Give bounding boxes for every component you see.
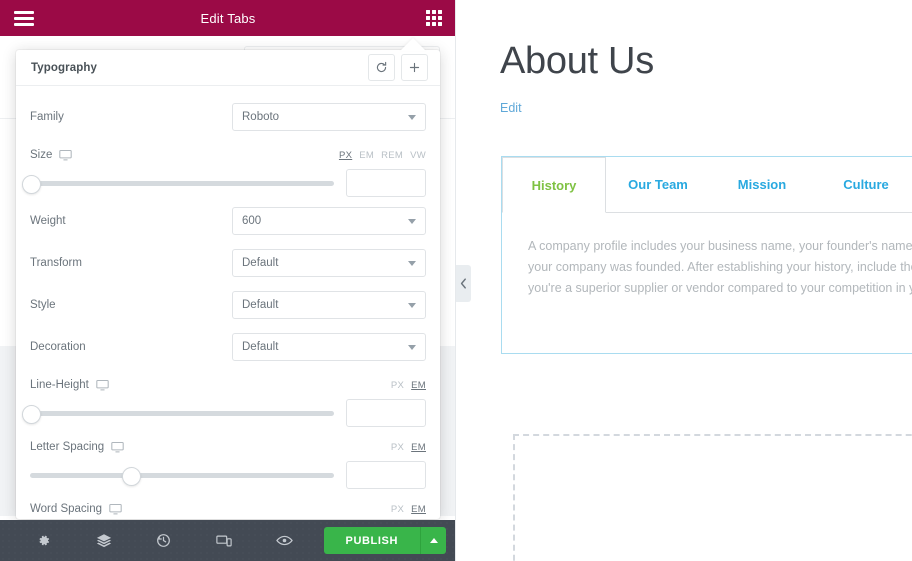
history-icon[interactable] [156, 533, 171, 548]
grid-apps-icon[interactable] [426, 10, 442, 26]
publish-options-caret-icon[interactable] [420, 527, 446, 554]
family-select[interactable]: Roboto [232, 103, 426, 131]
size-slider-track[interactable] [21, 174, 334, 194]
tab-content-line: you're a superior supplier or vendor com… [528, 281, 912, 295]
layers-navigator-icon[interactable] [96, 533, 112, 548]
desktop-icon[interactable] [111, 441, 124, 453]
publish-group: PUBLISH [323, 527, 446, 554]
control-letter-spacing: Letter Spacing PX EM [30, 430, 426, 492]
control-family: Family Roboto [30, 96, 426, 138]
decoration-select[interactable]: Default [232, 333, 426, 361]
weight-value: 600 [242, 215, 262, 227]
control-transform: Transform Default [30, 242, 426, 284]
tab-history[interactable]: History [502, 157, 606, 213]
line-height-input[interactable] [346, 399, 426, 427]
line-height-slider-track[interactable] [21, 404, 334, 424]
control-decoration: Decoration Default [30, 326, 426, 368]
control-word-spacing: Word Spacing PX EM [30, 492, 426, 519]
weight-select[interactable]: 600 [232, 207, 426, 235]
popover-title: Typography [31, 61, 97, 74]
panel-collapse-handle[interactable] [456, 265, 471, 302]
transform-select[interactable]: Default [232, 249, 426, 277]
size-unit-switcher[interactable]: PX EM REM VW [339, 150, 426, 161]
chevron-left-icon [460, 278, 466, 289]
transform-value: Default [242, 257, 279, 269]
widget-drop-zone[interactable] [513, 434, 912, 561]
preview-eye-icon[interactable] [276, 534, 294, 547]
control-label: Line-Height [30, 379, 89, 391]
desktop-icon[interactable] [96, 379, 109, 391]
tab-our-team[interactable]: Our Team [606, 157, 710, 212]
tab-content-line: your company was founded. After establis… [528, 260, 912, 274]
unit-em[interactable]: EM [411, 380, 426, 391]
control-label: Family [30, 111, 64, 123]
line-height-unit-switcher[interactable]: PX EM [391, 380, 426, 391]
chevron-down-icon [408, 218, 416, 224]
line-height-slider-thumb[interactable] [21, 404, 41, 424]
unit-px[interactable]: PX [391, 504, 404, 515]
unit-px[interactable]: PX [339, 150, 352, 161]
control-size: Size PX EM REM VW [21, 138, 426, 200]
settings-gear-icon[interactable] [36, 533, 51, 548]
control-label: Weight [30, 215, 66, 227]
control-style: Style Default [30, 284, 426, 326]
publish-button[interactable]: PUBLISH [323, 527, 420, 554]
size-slider-thumb[interactable] [21, 174, 41, 194]
unit-vw[interactable]: VW [410, 150, 426, 161]
editor-panel: Edit Tabs Typography Family Roboto Size … [0, 0, 456, 561]
chevron-down-icon [408, 260, 416, 266]
control-label: Style [30, 299, 56, 311]
typography-popover: Typography Family Roboto Size PX EM REM … [16, 50, 440, 519]
page-title: About Us [500, 40, 654, 82]
preview-canvas: About Us Edit History Our Team Mission C… [457, 0, 912, 561]
control-label: Size [30, 149, 53, 161]
family-value: Roboto [242, 111, 280, 123]
tab-culture[interactable]: Culture [814, 157, 912, 212]
control-weight: Weight 600 [30, 200, 426, 242]
unit-em[interactable]: EM [359, 150, 374, 161]
style-value: Default [242, 299, 279, 311]
chevron-down-icon [408, 114, 416, 120]
tab-panel-content: A company profile includes your business… [502, 213, 912, 299]
unit-px[interactable]: PX [391, 380, 404, 391]
unit-em[interactable]: EM [411, 442, 426, 453]
chevron-down-icon [408, 302, 416, 308]
decoration-value: Default [242, 341, 279, 353]
responsive-mode-icon[interactable] [216, 534, 232, 548]
tab-mission[interactable]: Mission [710, 157, 814, 212]
plus-icon[interactable] [401, 54, 428, 81]
desktop-icon[interactable] [109, 503, 122, 515]
panel-bottom-toolbar: PUBLISH [0, 520, 455, 561]
control-label: Word Spacing [30, 503, 103, 515]
letter-spacing-slider-thumb[interactable] [121, 466, 141, 486]
unit-px[interactable]: PX [391, 442, 404, 453]
control-label: Letter Spacing [30, 441, 105, 453]
edit-link[interactable]: Edit [500, 101, 522, 115]
popover-body: Family Roboto Size PX EM REM VW Weight 6… [16, 86, 440, 519]
caret-up-icon [429, 538, 438, 543]
popover-arrow [400, 38, 426, 51]
control-line-height: Line-Height PX EM [21, 368, 426, 430]
letter-spacing-slider-track[interactable] [30, 466, 334, 486]
control-label: Decoration [30, 341, 86, 353]
hamburger-icon[interactable] [14, 10, 34, 26]
tabs-widget[interactable]: History Our Team Mission Culture A compa… [501, 156, 912, 354]
panel-header: Edit Tabs [0, 0, 455, 36]
unit-em[interactable]: EM [411, 504, 426, 515]
popover-header: Typography [16, 50, 440, 86]
panel-title: Edit Tabs [200, 10, 256, 26]
word-spacing-unit-switcher[interactable]: PX EM [391, 504, 426, 515]
reset-icon[interactable] [368, 54, 395, 81]
tab-content-line: A company profile includes your business… [528, 239, 912, 253]
size-input[interactable] [346, 169, 426, 197]
letter-spacing-input[interactable] [346, 461, 426, 489]
style-select[interactable]: Default [232, 291, 426, 319]
desktop-icon[interactable] [59, 149, 73, 161]
tabs-nav: History Our Team Mission Culture [502, 157, 912, 213]
unit-rem[interactable]: REM [381, 150, 403, 161]
letter-spacing-unit-switcher[interactable]: PX EM [391, 442, 426, 453]
chevron-down-icon [408, 344, 416, 350]
control-label: Transform [30, 257, 82, 269]
